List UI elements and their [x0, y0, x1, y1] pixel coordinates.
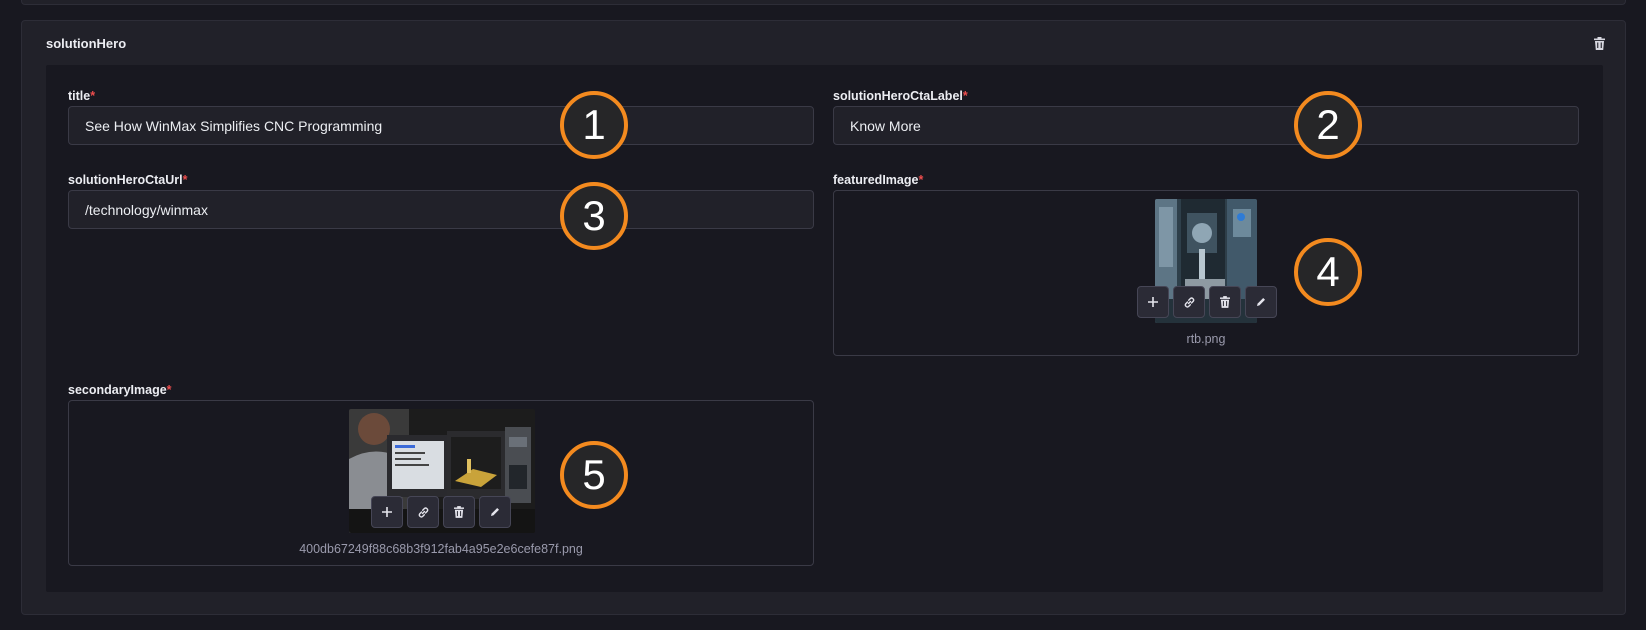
add-image-button[interactable]	[371, 496, 403, 528]
delete-section-button[interactable]	[1591, 35, 1607, 51]
section-body: title* See How WinMax Simplifies CNC Pro…	[46, 65, 1603, 592]
edit-image-button[interactable]	[1245, 286, 1277, 318]
previous-section-edge	[21, 0, 1626, 5]
featured-image-filename: rtb.png	[1186, 332, 1226, 346]
delete-image-button[interactable]	[1209, 286, 1241, 318]
link-icon	[1184, 296, 1194, 308]
annotation-badge-1: 1	[560, 91, 628, 159]
featured-image-actions	[1137, 286, 1277, 318]
secondary-image-actions	[371, 496, 511, 528]
link-icon	[418, 506, 428, 518]
secondary-image-filename: 400db67249f88c68b3f912fab4a95e2e6cefe87f…	[299, 542, 583, 556]
secondary-image-label: secondaryImage*	[68, 383, 172, 397]
title-label: title*	[68, 89, 96, 103]
secondary-image-field: 400db67249f88c68b3f912fab4a95e2e6cefe87f…	[68, 400, 814, 566]
cta-url-label: solutionHeroCtaUrl*	[68, 173, 188, 187]
cta-label-input[interactable]: Know More	[833, 106, 1579, 145]
pencil-icon	[1257, 298, 1265, 306]
delete-image-button[interactable]	[443, 496, 475, 528]
link-image-button[interactable]	[1173, 286, 1205, 318]
add-image-button[interactable]	[1137, 286, 1169, 318]
trash-icon	[454, 506, 464, 518]
annotation-badge-2: 2	[1294, 91, 1362, 159]
edit-image-button[interactable]	[479, 496, 511, 528]
section-title: solutionHero	[46, 36, 127, 51]
cta-label-label: solutionHeroCtaLabel*	[833, 89, 968, 103]
featured-image-field: rtb.png	[833, 190, 1579, 356]
title-input[interactable]: See How WinMax Simplifies CNC Programmin…	[68, 106, 814, 145]
pencil-icon	[491, 508, 499, 516]
trash-icon	[1220, 296, 1230, 308]
add-icon	[1148, 297, 1158, 307]
trash-icon	[1593, 36, 1605, 50]
annotation-badge-5: 5	[560, 441, 628, 509]
cta-url-input[interactable]: /technology/winmax	[68, 190, 814, 229]
annotation-badge-4: 4	[1294, 238, 1362, 306]
annotation-badge-3: 3	[560, 182, 628, 250]
link-image-button[interactable]	[407, 496, 439, 528]
featured-image-label: featuredImage*	[833, 173, 924, 187]
add-icon	[382, 507, 392, 517]
solution-hero-section: solutionHero title* See How WinMax Simpl…	[21, 20, 1626, 615]
